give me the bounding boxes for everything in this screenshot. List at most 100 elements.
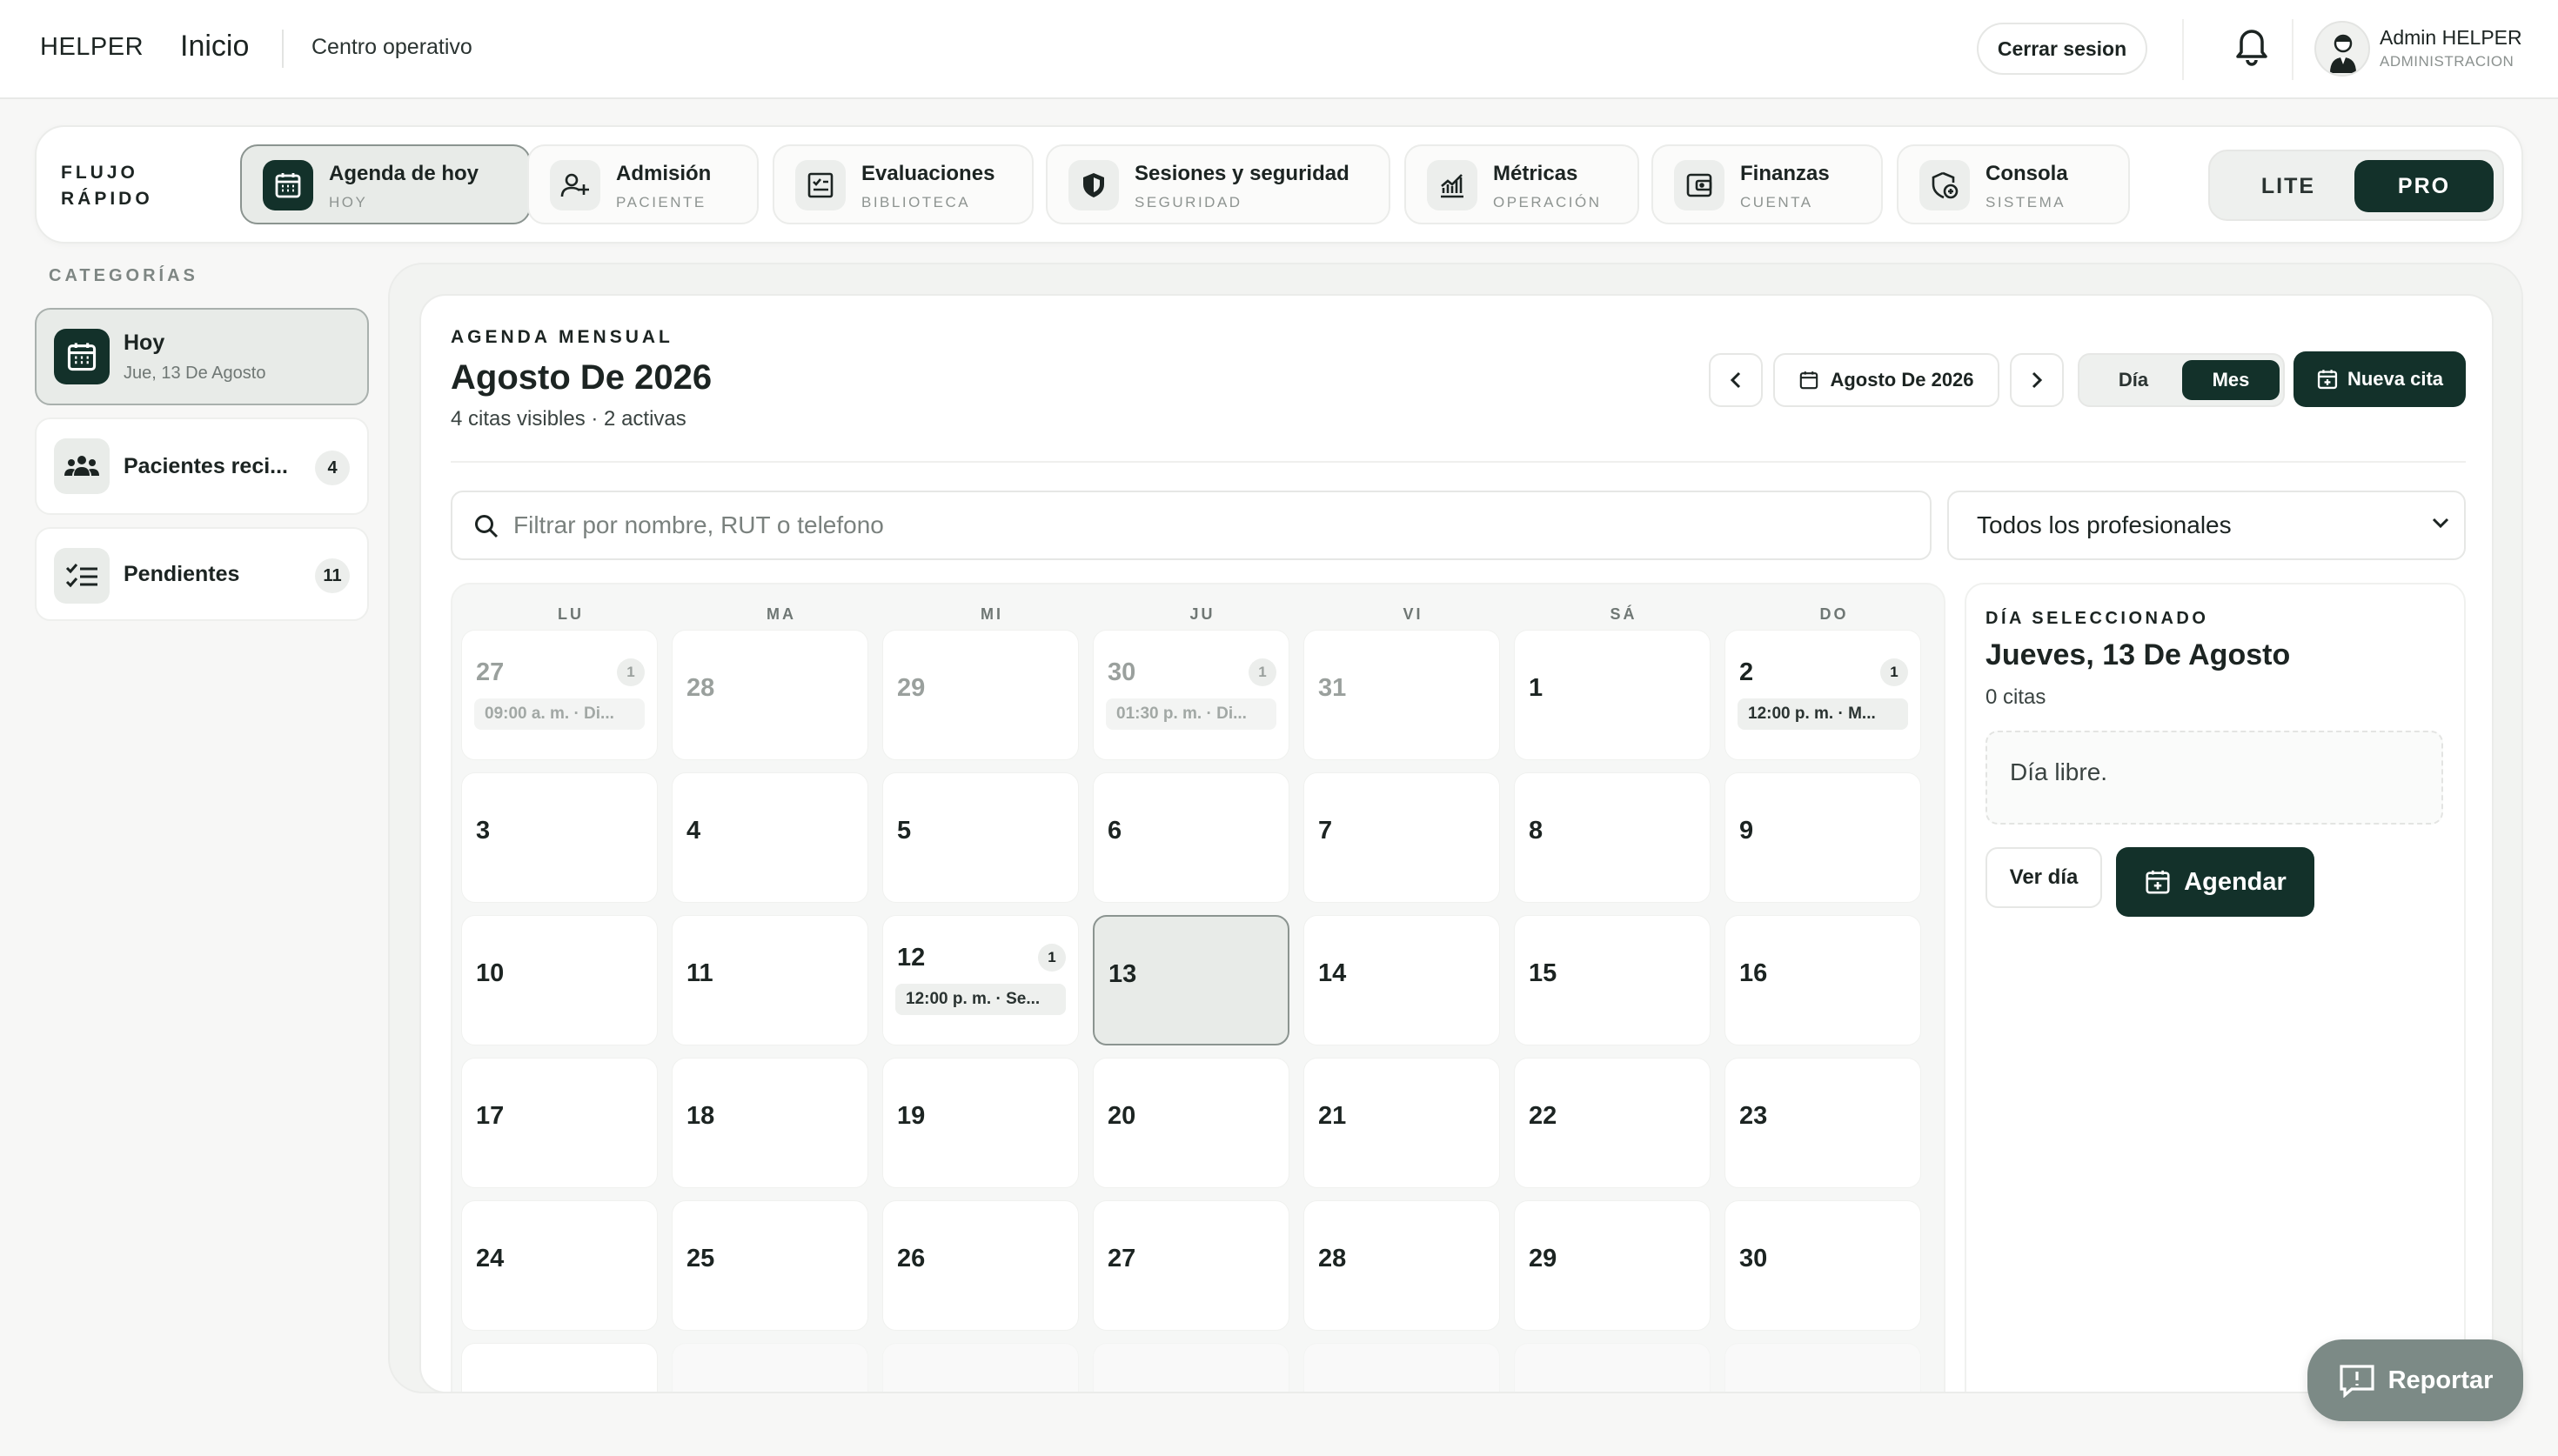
agenda-meta: 4 citas visibles · 2 activas (451, 407, 686, 431)
calendar-day[interactable]: 12 1 12:00 p. m. · Se... (882, 915, 1079, 1045)
calendar-day[interactable]: 20 (1093, 1058, 1289, 1188)
calendar-day[interactable] (1303, 1343, 1500, 1392)
calendar-day[interactable] (1724, 1343, 1921, 1392)
appointment-chip[interactable]: 09:00 a. m. · Di... (474, 698, 645, 730)
calendar-day[interactable]: 8 (1514, 772, 1711, 903)
avatar[interactable] (2314, 21, 2370, 77)
calendar-day[interactable]: 16 (1724, 915, 1921, 1045)
quick-flow-sesiones[interactable]: Sesiones y seguridad SEGURIDAD (1046, 144, 1390, 224)
calendar-day[interactable]: 28 (672, 630, 868, 760)
next-month-button[interactable] (2010, 353, 2064, 407)
nav-divider (2292, 19, 2293, 80)
calendar-day[interactable]: 18 (672, 1058, 868, 1188)
logout-button[interactable]: Cerrar sesion (1977, 23, 2147, 75)
calendar-day[interactable]: 21 (1303, 1058, 1500, 1188)
quick-flow-consola[interactable]: Consola SISTEMA (1897, 144, 2130, 224)
calendar-day[interactable]: 2 1 12:00 p. m. · M... (1724, 630, 1921, 760)
calendar-day-selected[interactable]: 13 (1093, 915, 1289, 1045)
day-number: 7 (1318, 817, 1333, 845)
chevron-down-icon (2431, 517, 2450, 529)
quick-flow-finanzas[interactable]: Finanzas CUENTA (1651, 144, 1883, 224)
day-number: 27 (476, 658, 505, 686)
calendar-day[interactable]: 27 (1093, 1200, 1289, 1331)
quick-flow-title: Admisión (616, 162, 712, 185)
calendar-day[interactable]: 17 (461, 1058, 658, 1188)
quick-flow-metricas[interactable]: Métricas OPERACIÓN (1404, 144, 1639, 224)
calendar-day[interactable]: 9 (1724, 772, 1921, 903)
calendar-day[interactable]: 27 1 09:00 a. m. · Di... (461, 630, 658, 760)
calendar-day[interactable]: 15 (1514, 915, 1711, 1045)
view-day-link-button[interactable]: Ver día (1985, 847, 2102, 908)
search-input[interactable] (513, 504, 1905, 546)
calendar-day[interactable]: 7 (1303, 772, 1500, 903)
calendar-day[interactable]: 25 (672, 1200, 868, 1331)
calendar-day[interactable]: 31 (1303, 630, 1500, 760)
sidebar-item-pendientes[interactable]: Pendientes 11 (35, 527, 369, 621)
sidebar-item-pacientes[interactable]: Pacientes reci... 4 (35, 417, 369, 515)
calendar-day[interactable] (1514, 1343, 1711, 1392)
calendar-day[interactable]: 22 (1514, 1058, 1711, 1188)
appointment-chip[interactable]: 12:00 p. m. · Se... (895, 984, 1066, 1015)
calendar-day[interactable]: 10 (461, 915, 658, 1045)
weekday-header: JU (1189, 605, 1215, 623)
calendar-day[interactable]: 5 (882, 772, 1079, 903)
calendar-day[interactable]: 24 (461, 1200, 658, 1331)
calendar-day[interactable]: 14 (1303, 915, 1500, 1045)
search-icon (473, 513, 499, 539)
calendar-day[interactable]: 28 (1303, 1200, 1500, 1331)
calendar-day[interactable]: 11 (672, 915, 868, 1045)
day-number: 12 (897, 944, 926, 972)
sidebar-item-hoy[interactable]: Hoy Jue, 13 De Agosto (35, 308, 369, 405)
day-number: 22 (1529, 1102, 1557, 1130)
day-number: 19 (897, 1102, 926, 1130)
brand-logo[interactable]: HELPER (40, 33, 144, 62)
day-number: 2 (1739, 658, 1754, 686)
calendar-day[interactable]: 26 (882, 1200, 1079, 1331)
day-appointment-count: 1 (617, 658, 645, 686)
period-picker-label: Agosto De 2026 (1830, 369, 1974, 391)
calendar-day[interactable]: 3 (461, 772, 658, 903)
calendar-icon (263, 160, 313, 210)
professional-select[interactable]: Todos los profesionales (1947, 491, 2466, 560)
weekday-header: SÁ (1610, 605, 1637, 623)
view-month-button[interactable]: Mes (2182, 360, 2280, 400)
calendar-day[interactable]: 6 (1093, 772, 1289, 903)
day-number: 13 (1108, 960, 1137, 988)
day-number: 24 (476, 1245, 505, 1272)
quick-flow-agenda[interactable]: Agenda de hoy HOY (240, 144, 531, 224)
day-number: 5 (897, 817, 912, 845)
schedule-button[interactable]: Agendar (2116, 847, 2314, 917)
calendar-day[interactable] (1093, 1343, 1289, 1392)
bell-icon[interactable] (2234, 24, 2269, 66)
calendar-day[interactable] (882, 1343, 1079, 1392)
mode-pro-button[interactable]: PRO (2354, 160, 2494, 212)
new-appointment-button[interactable]: Nueva cita (2293, 351, 2466, 407)
appointment-chip[interactable]: 01:30 p. m. · Di... (1106, 698, 1276, 730)
quick-flow-evaluaciones[interactable]: Evaluaciones BIBLIOTECA (773, 144, 1034, 224)
calendar-day[interactable]: 30 1 01:30 p. m. · Di... (1093, 630, 1289, 760)
report-button[interactable]: Reportar (2307, 1339, 2523, 1421)
day-number: 10 (476, 959, 505, 987)
mode-lite-button[interactable]: LITE (2219, 160, 2358, 212)
selected-day-title: Jueves, 13 De Agosto (1985, 638, 2291, 671)
calendar-day[interactable]: 29 (1514, 1200, 1711, 1331)
calendar-day[interactable]: 29 (882, 630, 1079, 760)
calendar-day[interactable]: 30 (1724, 1200, 1921, 1331)
calendar-day[interactable]: 1 (1514, 630, 1711, 760)
calendar-day[interactable] (461, 1343, 658, 1392)
period-picker-button[interactable]: Agosto De 2026 (1773, 353, 1999, 407)
view-day-button[interactable]: Día (2085, 360, 2182, 400)
user-role: ADMINISTRACION (2380, 53, 2514, 70)
calendar-day[interactable]: 4 (672, 772, 868, 903)
quick-flow-admision[interactable]: Admisión PACIENTE (527, 144, 759, 224)
prev-month-button[interactable] (1709, 353, 1763, 407)
schedule-label: Agendar (2184, 867, 2287, 896)
calendar-day[interactable] (672, 1343, 868, 1392)
users-icon (54, 438, 110, 494)
day-number: 17 (476, 1102, 505, 1130)
search-field (451, 491, 1932, 560)
calendar-day[interactable]: 23 (1724, 1058, 1921, 1188)
quick-flow-title: Finanzas (1740, 162, 1830, 185)
calendar-day[interactable]: 19 (882, 1058, 1079, 1188)
appointment-chip[interactable]: 12:00 p. m. · M... (1738, 698, 1908, 730)
